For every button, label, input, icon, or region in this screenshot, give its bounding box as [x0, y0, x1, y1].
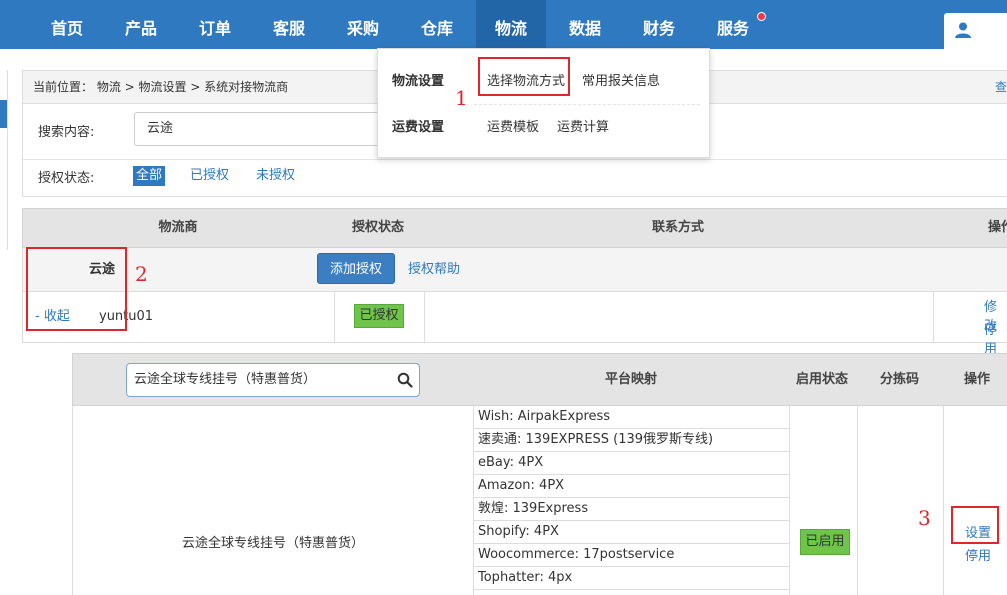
carrier-table-header: 物流商 授权状态 联系方式 操作 — [22, 208, 1007, 248]
mapping-wish: Wish: AirpakExpress — [473, 406, 789, 429]
shipping-method-row: 云途全球专线挂号（特惠普货） Wish: AirpakExpress 速卖通: … — [72, 406, 1007, 595]
menu-freight-calculator[interactable]: 运费计算 — [557, 116, 609, 135]
mapping-aliexpress: 速卖通: 139EXPRESS (139俄罗斯专线) — [473, 429, 789, 452]
header-platform-mapping: 平台映射 — [605, 372, 658, 387]
nav-logistics[interactable]: 物流 — [476, 0, 546, 49]
mapping-ebay: eBay: 4PX — [473, 452, 789, 475]
enabled-status-badge: 已启用 — [800, 529, 850, 555]
header-method-actions: 操作 — [964, 372, 991, 387]
auth-status-label: 授权状态: — [38, 171, 95, 186]
disable-method-link[interactable]: 停用 — [965, 545, 991, 564]
filter-unauthorized[interactable]: 未授权 — [256, 166, 295, 186]
mapping-shopify: Shopify: 4PX — [473, 521, 789, 544]
add-auth-button[interactable]: 添加授权 — [317, 253, 395, 284]
annotation-label-3: 3 — [918, 506, 931, 530]
dropdown-group-logistics-settings: 物流设置 — [392, 74, 445, 89]
header-auth-status: 授权状态 — [351, 220, 404, 235]
top-nav: 首页 产品 订单 客服 采购 仓库 物流 数据 财务 服务 — [0, 0, 1007, 49]
mapping-woocommerce: Woocommerce: 17postservice — [473, 544, 789, 567]
breadcrumb-right-link[interactable]: 查 — [995, 71, 1007, 103]
left-sidebar-edge — [0, 70, 8, 250]
notification-dot — [757, 12, 766, 21]
menu-customs-info[interactable]: 常用报关信息 — [582, 70, 660, 89]
user-menu[interactable] — [944, 13, 1007, 49]
disable-carrier-link[interactable]: 停用 — [984, 319, 1007, 357]
method-search-value: 云途全球专线挂号（特惠普货） — [134, 372, 317, 387]
header-carrier: 物流商 — [158, 220, 198, 235]
annotation-label-2: 2 — [135, 262, 148, 286]
header-enabled-status: 启用状态 — [796, 372, 849, 387]
breadcrumb-text: 当前位置： 物流 > 物流设置 > 系统对接物流商 — [33, 80, 289, 94]
annotation-box-2 — [26, 247, 127, 331]
nav-purchasing[interactable]: 采购 — [328, 0, 398, 49]
filter-all[interactable]: 全部 — [133, 166, 166, 186]
menu-freight-template[interactable]: 运费模板 — [487, 116, 539, 135]
nav-warehouse[interactable]: 仓库 — [402, 0, 472, 49]
auth-help-link[interactable]: 授权帮助 — [408, 248, 460, 291]
header-actions: 操作 — [987, 220, 1007, 235]
route-name: 云途全球专线挂号（特惠普货） — [181, 536, 364, 551]
annotation-box-3 — [951, 506, 999, 544]
nav-finance[interactable]: 财务 — [624, 0, 694, 49]
mapping-tophatter: Tophatter: 4px — [473, 567, 789, 590]
search-label: 搜索内容: — [38, 125, 95, 140]
nav-products[interactable]: 产品 — [106, 0, 176, 49]
shipping-method-table-header: 云途全球专线挂号（特惠普货） 平台映射 启用状态 分拣码 操作 — [72, 353, 1007, 406]
carrier-group-row: 云途 添加授权 授权帮助 — [22, 248, 1007, 291]
annotation-box-1 — [478, 57, 570, 96]
header-sort-code: 分拣码 — [880, 372, 920, 387]
account-row: - 收起 yuntu01 已授权 修改 停用 — [22, 291, 1007, 357]
search-input[interactable]: 云途 — [134, 112, 394, 146]
search-icon[interactable] — [397, 372, 413, 388]
header-contact: 联系方式 — [651, 220, 704, 235]
annotation-label-1: 1 — [455, 86, 468, 110]
method-search-input[interactable]: 云途全球专线挂号（特惠普货） — [126, 363, 420, 397]
nav-home[interactable]: 首页 — [32, 0, 102, 49]
nav-data[interactable]: 数据 — [550, 0, 620, 49]
nav-service[interactable]: 服务 — [698, 0, 768, 49]
filter-authorized[interactable]: 已授权 — [190, 166, 229, 186]
mapping-dhgate: 敦煌: 139Express — [473, 498, 789, 521]
mapping-amazon: Amazon: 4PX — [473, 475, 789, 498]
nav-orders[interactable]: 订单 — [180, 0, 250, 49]
auth-status-badge: 已授权 — [354, 304, 404, 328]
nav-customer-service[interactable]: 客服 — [254, 0, 324, 49]
dropdown-group-freight-settings: 运费设置 — [392, 120, 445, 135]
user-icon — [955, 22, 971, 38]
